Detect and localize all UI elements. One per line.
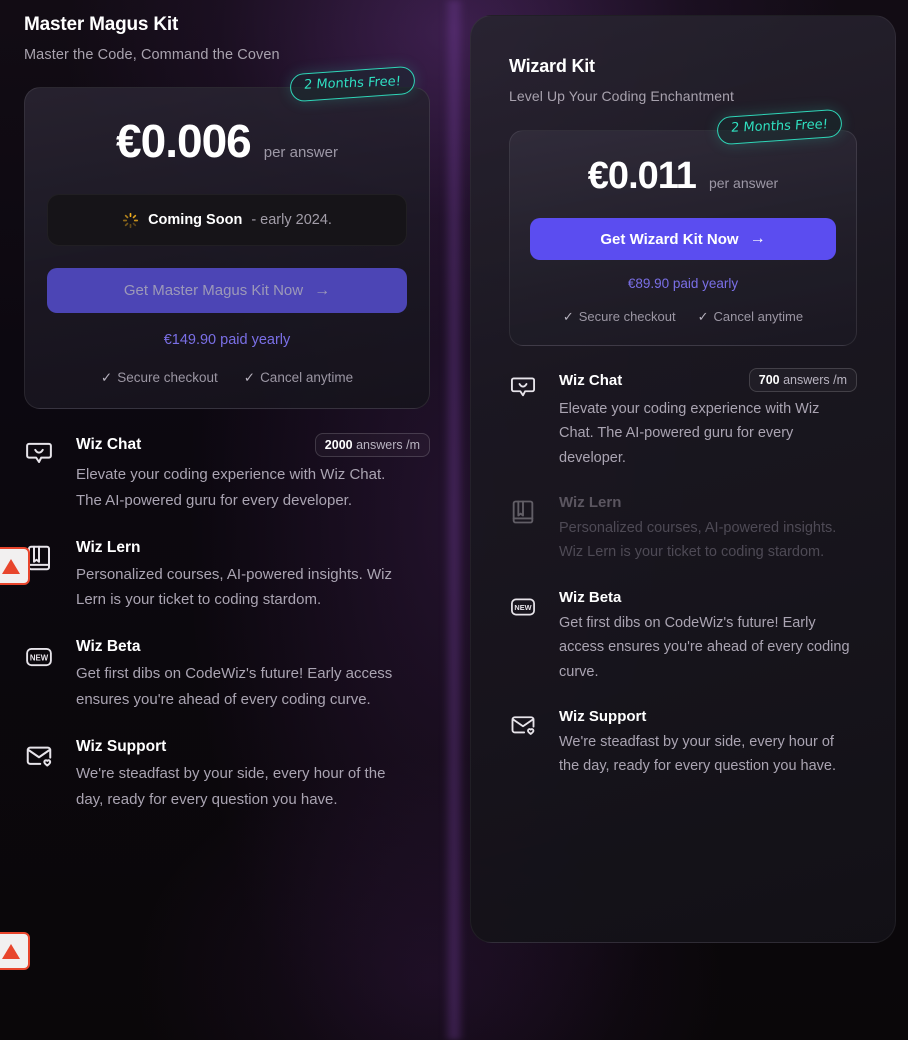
check-icon: ✓ [100, 370, 113, 385]
feature-name: Wiz Chat [559, 371, 623, 389]
coming-soon-label: Coming Soon [148, 212, 243, 228]
page-title-right: Wizard Kit [509, 56, 595, 76]
feature-item-wiz-beta-right: NEW Wiz Beta Get first dibs on CodeWiz's… [509, 589, 857, 684]
feature-description: Get first dibs on CodeWiz's future! Earl… [76, 665, 393, 708]
price-row-left: €0.006 per answer [47, 114, 407, 168]
feature-item-wiz-lern-left: Wiz Lern Personalized courses, AI-powere… [24, 539, 430, 614]
two-months-free-badge-left: 2 Months Free! [289, 65, 416, 103]
price-card-right: 2 Months Free! €0.011 per answer Get Wiz… [509, 108, 857, 346]
arrow-right-icon: → [749, 230, 766, 247]
cta-label-right: Get Wizard Kit Now [600, 230, 739, 248]
feature-item-wiz-support-left: Wiz Support We're steadfast by your side… [24, 738, 430, 813]
new-badge-icon: NEW [509, 589, 543, 684]
feature-description: Personalized courses, AI-powered insight… [559, 520, 837, 561]
feature-list-right: Wiz Chat 700 answers /m Elevate your cod… [509, 368, 857, 779]
feature-name: Wiz Beta [559, 588, 622, 606]
mail-heart-icon [24, 738, 58, 813]
feature-description: Elevate your coding experience with Wiz … [76, 466, 386, 509]
mail-heart-icon [509, 708, 543, 779]
feature-item-wiz-chat-right: Wiz Chat 700 answers /m Elevate your cod… [509, 368, 857, 470]
coming-soon-detail: - early 2024. [251, 212, 332, 228]
new-badge-icon: NEW [24, 638, 58, 713]
assurances-left: ✓ Secure checkout ✓ Cancel anytime [47, 370, 407, 386]
price-row-right: €0.011 per answer [530, 155, 836, 198]
arrow-right-icon: → [314, 281, 331, 299]
annotation-marker-1[interactable] [0, 547, 30, 585]
coming-soon-banner: Coming Soon - early 2024. [47, 194, 407, 246]
assurance-secure-checkout: ✓ Secure checkout [562, 309, 676, 324]
chat-bubble-smile-icon [509, 368, 543, 470]
pricing-page: Master Magus Kit Master the Code, Comman… [0, 0, 908, 1040]
wizard-kit-panel: Wizard Kit Level Up Your Coding Enchantm… [454, 0, 908, 1040]
svg-text:NEW: NEW [30, 653, 49, 662]
feature-name: Wiz Support [76, 737, 167, 755]
feature-item-wiz-lern-right: Wiz Lern Personalized courses, AI-powere… [509, 494, 857, 565]
feature-name: Wiz Lern [559, 494, 622, 512]
check-icon: ✓ [697, 309, 709, 324]
page-subtitle-right: Level Up Your Coding Enchantment [509, 88, 735, 104]
assurance-cancel-anytime: ✓ Cancel anytime [697, 309, 804, 324]
feature-list-left: Wiz Chat 2000 answers /m Elevate your co… [0, 433, 454, 812]
feature-item-wiz-support-right: Wiz Support We're steadfast by your side… [509, 708, 857, 779]
answers-quota-pill-left: 2000 answers /m [314, 433, 430, 457]
price-card-left: 2 Months Free! €0.006 per answer Coming … [24, 65, 430, 409]
cta-label-left: Get Master Magus Kit Now [123, 282, 304, 299]
warning-triangle-icon [2, 943, 20, 959]
billing-note-left: €149.90 paid yearly [163, 332, 291, 348]
book-icon [509, 494, 543, 565]
page-subtitle: Master the Code, Command the Coven [24, 47, 280, 63]
feature-description: Personalized courses, AI-powered insight… [76, 565, 392, 609]
feature-name: Wiz Support [559, 707, 647, 725]
svg-text:NEW: NEW [514, 603, 531, 612]
warning-triangle-icon [2, 558, 20, 574]
feature-item-wiz-beta-left: NEW Wiz Beta Get first dibs on CodeWiz's… [24, 638, 430, 713]
check-icon: ✓ [243, 370, 256, 385]
feature-name: Wiz Beta [76, 638, 141, 656]
master-magus-kit-panel: Master Magus Kit Master the Code, Comman… [0, 0, 454, 1040]
assurance-cancel-anytime: ✓ Cancel anytime [243, 370, 354, 385]
page-title: Master Magus Kit [24, 14, 179, 35]
check-icon: ✓ [562, 309, 574, 324]
price-amount-right: €0.011 [587, 155, 697, 197]
spinner-icon [122, 212, 139, 229]
feature-description: Get first dibs on CodeWiz's future! Earl… [559, 614, 850, 680]
price-amount-left: €0.006 [116, 115, 252, 167]
feature-description: Elevate your coding experience with Wiz … [559, 401, 820, 466]
wizard-kit-card: Wizard Kit Level Up Your Coding Enchantm… [470, 15, 896, 943]
two-months-free-badge-right: 2 Months Free! [716, 108, 843, 146]
feature-description: We're steadfast by your side, every hour… [76, 764, 386, 808]
get-master-magus-kit-button[interactable]: Get Master Magus Kit Now → [47, 268, 407, 313]
annotation-marker-2[interactable] [0, 932, 30, 970]
billing-note-right: €89.90 paid yearly [627, 276, 739, 291]
feature-item-wiz-chat-left: Wiz Chat 2000 answers /m Elevate your co… [24, 433, 430, 514]
feature-name: Wiz Lern [76, 538, 141, 556]
get-wizard-kit-button[interactable]: Get Wizard Kit Now → [530, 218, 836, 260]
assurances-right: ✓ Secure checkout ✓ Cancel anytime [530, 309, 836, 325]
answers-quota-pill-right: 700 answers /m [748, 368, 857, 392]
chat-bubble-smile-icon [24, 433, 58, 514]
price-unit-left: per answer [263, 144, 338, 161]
price-unit-right: per answer [708, 175, 779, 191]
feature-name: Wiz Chat [76, 436, 142, 453]
assurance-secure-checkout: ✓ Secure checkout [100, 370, 218, 385]
feature-description: We're steadfast by your side, every hour… [559, 733, 837, 775]
